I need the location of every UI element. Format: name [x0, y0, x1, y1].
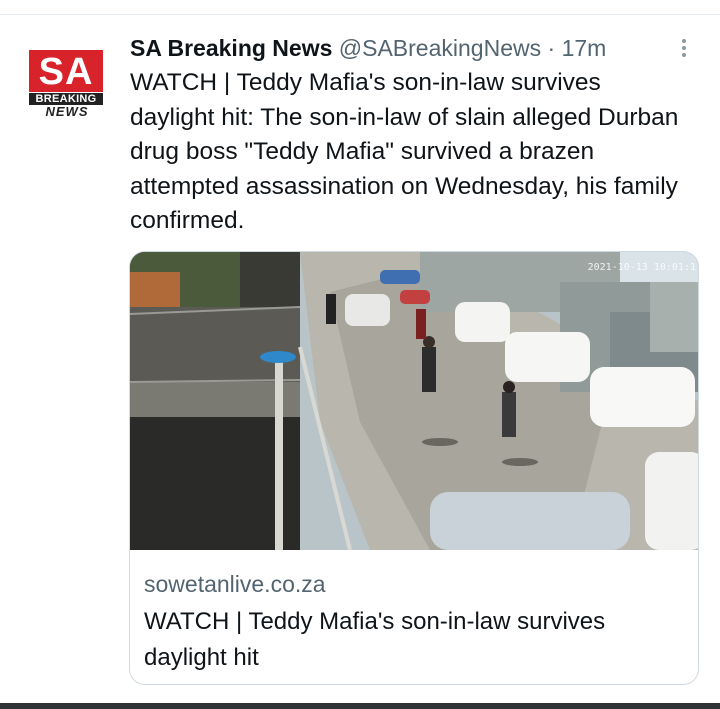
video-timestamp: 2021-10-13 10:01:1 — [587, 262, 696, 273]
tweet-text: WATCH | Teddy Mafia's son-in-law survive… — [130, 69, 679, 234]
tweet-header: SA Breaking News @SABreakingNews · 17m — [130, 33, 606, 63]
tweet-time[interactable]: 17m — [562, 35, 607, 61]
card-title: WATCH | Teddy Mafia's son-in-law survive… — [144, 608, 606, 671]
separator-dot: · — [547, 35, 556, 61]
display-name[interactable]: SA Breaking News — [130, 35, 332, 61]
avatar[interactable]: SA BREAKING NEWS — [29, 50, 103, 118]
avatar-logo-news: NEWS — [45, 104, 89, 119]
card-domain: sowetanlive.co.za — [144, 571, 326, 597]
more-options-icon[interactable] — [677, 36, 691, 62]
avatar-logo-sa: SA — [29, 50, 103, 93]
user-handle[interactable]: @SABreakingNews — [339, 35, 541, 61]
bottom-bar — [0, 703, 720, 709]
top-divider — [0, 14, 720, 15]
card-video-thumbnail[interactable] — [130, 252, 699, 550]
link-preview-card[interactable]: 2021-10-13 10:01:1 sowetanlive.co.za WAT… — [129, 251, 699, 685]
